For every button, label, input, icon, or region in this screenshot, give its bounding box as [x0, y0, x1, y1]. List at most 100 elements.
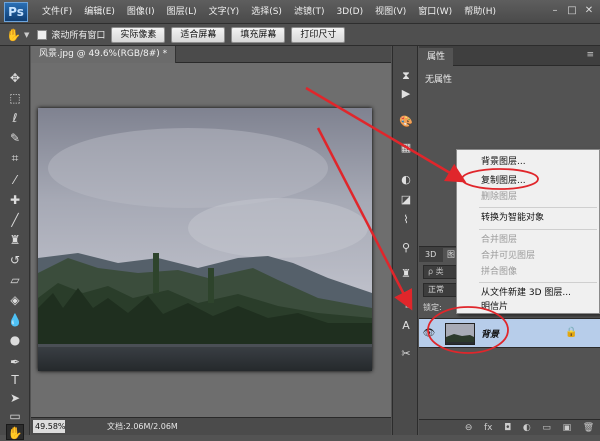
photoshop-logo: Ps: [4, 1, 28, 22]
document-size-info: 文档:2.06M/2.06M: [107, 422, 178, 431]
fit-screen-button[interactable]: 适合屏幕: [171, 26, 226, 43]
collapsed-panel-strip: ⧗ ▶ 🎨 ▦ ◐ ◪ ⌇ ⚲ ♜ ¶ A ✂: [392, 46, 418, 435]
options-bar: ✋ ▼ 滚动所有窗口 实际像素 适合屏幕 填充屏幕 打印尺寸: [0, 24, 600, 46]
menu-separator: [479, 229, 597, 230]
blur-tool-icon[interactable]: 💧: [7, 312, 23, 328]
close-button[interactable]: ✕: [582, 4, 596, 18]
layer-row-background[interactable]: 👁 背景 🔒: [419, 318, 600, 348]
fx-icon[interactable]: fx: [484, 423, 493, 433]
layer-context-menu: 背景图层... 复制图层... 删除图层 转换为智能对象 合并图层 合并可见图层…: [456, 149, 600, 314]
properties-tab[interactable]: 属性: [419, 48, 454, 66]
lock-icon: 🔒: [565, 327, 578, 338]
scroll-all-windows-option[interactable]: 滚动所有窗口: [37, 28, 105, 41]
pen-tool-icon[interactable]: ✒: [7, 354, 23, 370]
menu-window[interactable]: 窗口(W): [412, 0, 458, 24]
marquee-tool-icon[interactable]: ⬚: [7, 90, 23, 106]
landscape-photo: [38, 108, 372, 371]
rectangle-tool-icon[interactable]: ▭: [7, 408, 23, 424]
layer-name[interactable]: 背景: [481, 327, 499, 340]
color-palette-icon[interactable]: 🎨: [398, 114, 414, 130]
hand-tool-icon-active[interactable]: ✋: [6, 424, 24, 440]
scroll-all-label: 滚动所有窗口: [51, 31, 106, 41]
actual-pixels-button[interactable]: 实际像素: [111, 26, 166, 43]
menu-filter[interactable]: 滤镜(T): [288, 0, 331, 24]
adjustments-icon[interactable]: ◐: [398, 172, 414, 188]
minimize-button[interactable]: –: [548, 4, 562, 18]
paths-icon[interactable]: ⌇: [398, 212, 414, 228]
document-tab[interactable]: 风景.jpg @ 49.6%(RGB/8#) *: [31, 46, 177, 63]
status-bar: 49.58% 文档:2.06M/2.06M: [31, 417, 391, 435]
dodge-tool-icon[interactable]: ●: [7, 332, 23, 348]
swatches-icon[interactable]: ▦: [398, 140, 414, 156]
menu-merge-visible: 合并可见图层: [481, 251, 536, 261]
visibility-eye-icon[interactable]: 👁: [422, 327, 436, 341]
hand-tool-icon[interactable]: ✋: [6, 28, 21, 42]
menu-3d[interactable]: 3D(D): [330, 0, 369, 24]
add-mask-icon[interactable]: ◘: [504, 423, 511, 433]
zoom-field[interactable]: 49.58%: [33, 420, 66, 433]
properties-header: 属性 ≡: [419, 46, 600, 66]
tools-panel: ✥ ⬚ ℓ ✎ ⌗ ⁄ ✚ ╱ ♜ ↺ ▱ ◈ 💧 ● ✒ T ➤ ▭ ✋: [0, 46, 30, 440]
eyedropper-tool-icon[interactable]: ⁄: [7, 172, 23, 188]
menu-background-layer[interactable]: 背景图层...: [481, 156, 526, 168]
menu-file[interactable]: 文件(F): [36, 0, 78, 24]
tool-presets-icon[interactable]: ✂: [398, 346, 414, 362]
menu-view[interactable]: 视图(V): [369, 0, 412, 24]
print-size-button[interactable]: 打印尺寸: [291, 26, 346, 43]
crop-tool-icon[interactable]: ⌗: [7, 150, 23, 166]
menu-duplicate-layer[interactable]: 复制图层...: [481, 175, 526, 187]
menu-merge-layers: 合并图层: [481, 235, 518, 245]
menu-type[interactable]: 文字(Y): [203, 0, 246, 24]
menu-image[interactable]: 图像(I): [121, 0, 161, 24]
image-canvas[interactable]: [38, 108, 372, 371]
lock-label: 锁定:: [423, 303, 442, 312]
document-tab-bar: 风景.jpg @ 49.6%(RGB/8#) *: [31, 46, 391, 63]
layer-thumbnail: [445, 323, 475, 345]
fill-screen-button[interactable]: 填充屏幕: [231, 26, 286, 43]
styles-icon[interactable]: ◪: [398, 192, 414, 208]
menu-flatten-image: 拼合图像: [481, 267, 518, 277]
delete-layer-icon[interactable]: 🗑: [583, 423, 594, 433]
character-icon[interactable]: A: [398, 318, 414, 334]
paragraph-icon[interactable]: ¶: [398, 296, 414, 312]
panel-menu-icon[interactable]: ≡: [586, 50, 594, 60]
link-layers-icon[interactable]: ⊖: [465, 423, 473, 433]
brush-tool-icon[interactable]: ╱: [7, 212, 23, 228]
new-group-icon[interactable]: ▭: [542, 423, 551, 433]
paint-bucket-tool-icon[interactable]: ◈: [7, 292, 23, 308]
lasso-tool-icon[interactable]: ℓ: [7, 110, 23, 126]
menu-select[interactable]: 选择(S): [245, 0, 288, 24]
menu-bar: Ps 文件(F) 编辑(E) 图像(I) 图层(L) 文字(Y) 选择(S) 滤…: [0, 0, 600, 24]
history-brush-tool-icon[interactable]: ↺: [7, 252, 23, 268]
menu-edit[interactable]: 编辑(E): [78, 0, 121, 24]
eraser-tool-icon[interactable]: ▱: [7, 272, 23, 288]
document-window: 风景.jpg @ 49.6%(RGB/8#) * 49.58% 文档:2.06M…: [31, 46, 391, 435]
healing-brush-tool-icon[interactable]: ✚: [7, 192, 23, 208]
tool-preset-dropdown-icon[interactable]: ▼: [24, 31, 29, 39]
quick-select-tool-icon[interactable]: ✎: [7, 130, 23, 146]
path-select-tool-icon[interactable]: ➤: [7, 390, 23, 406]
type-tool-icon[interactable]: T: [7, 372, 23, 388]
scroll-all-checkbox[interactable]: [37, 29, 48, 40]
menu-delete-layer: 删除图层: [481, 192, 518, 202]
no-properties-text: 无属性: [425, 75, 453, 85]
menu-layer[interactable]: 图层(L): [161, 0, 203, 24]
clone-source-icon[interactable]: ♜: [398, 266, 414, 282]
new-layer-icon[interactable]: ▣: [563, 423, 572, 433]
move-tool-icon[interactable]: ✥: [7, 70, 23, 86]
actions-play-icon[interactable]: ▶: [398, 86, 414, 102]
window-controls: – □ ✕: [548, 4, 596, 18]
menu-postcard[interactable]: 明信片: [481, 301, 508, 313]
menu-convert-smart-object[interactable]: 转换为智能对象: [481, 212, 544, 224]
menu-new-3d-layer[interactable]: 从文件新建 3D 图层...: [481, 287, 571, 299]
menu-help[interactable]: 帮助(H): [458, 0, 502, 24]
layers-footer: ⊖ fx ◘ ◐ ▭ ▣ 🗑: [419, 419, 600, 435]
clone-stamp-tool-icon[interactable]: ♜: [7, 232, 23, 248]
maximize-button[interactable]: □: [565, 4, 579, 18]
history-icon[interactable]: ⧗: [398, 68, 414, 84]
menu-separator: [479, 207, 597, 208]
tab-3d[interactable]: 3D: [421, 248, 440, 262]
brush-presets-icon[interactable]: ⚲: [398, 240, 414, 256]
adjustment-layer-icon[interactable]: ◐: [523, 423, 531, 433]
menu-separator: [479, 282, 597, 283]
